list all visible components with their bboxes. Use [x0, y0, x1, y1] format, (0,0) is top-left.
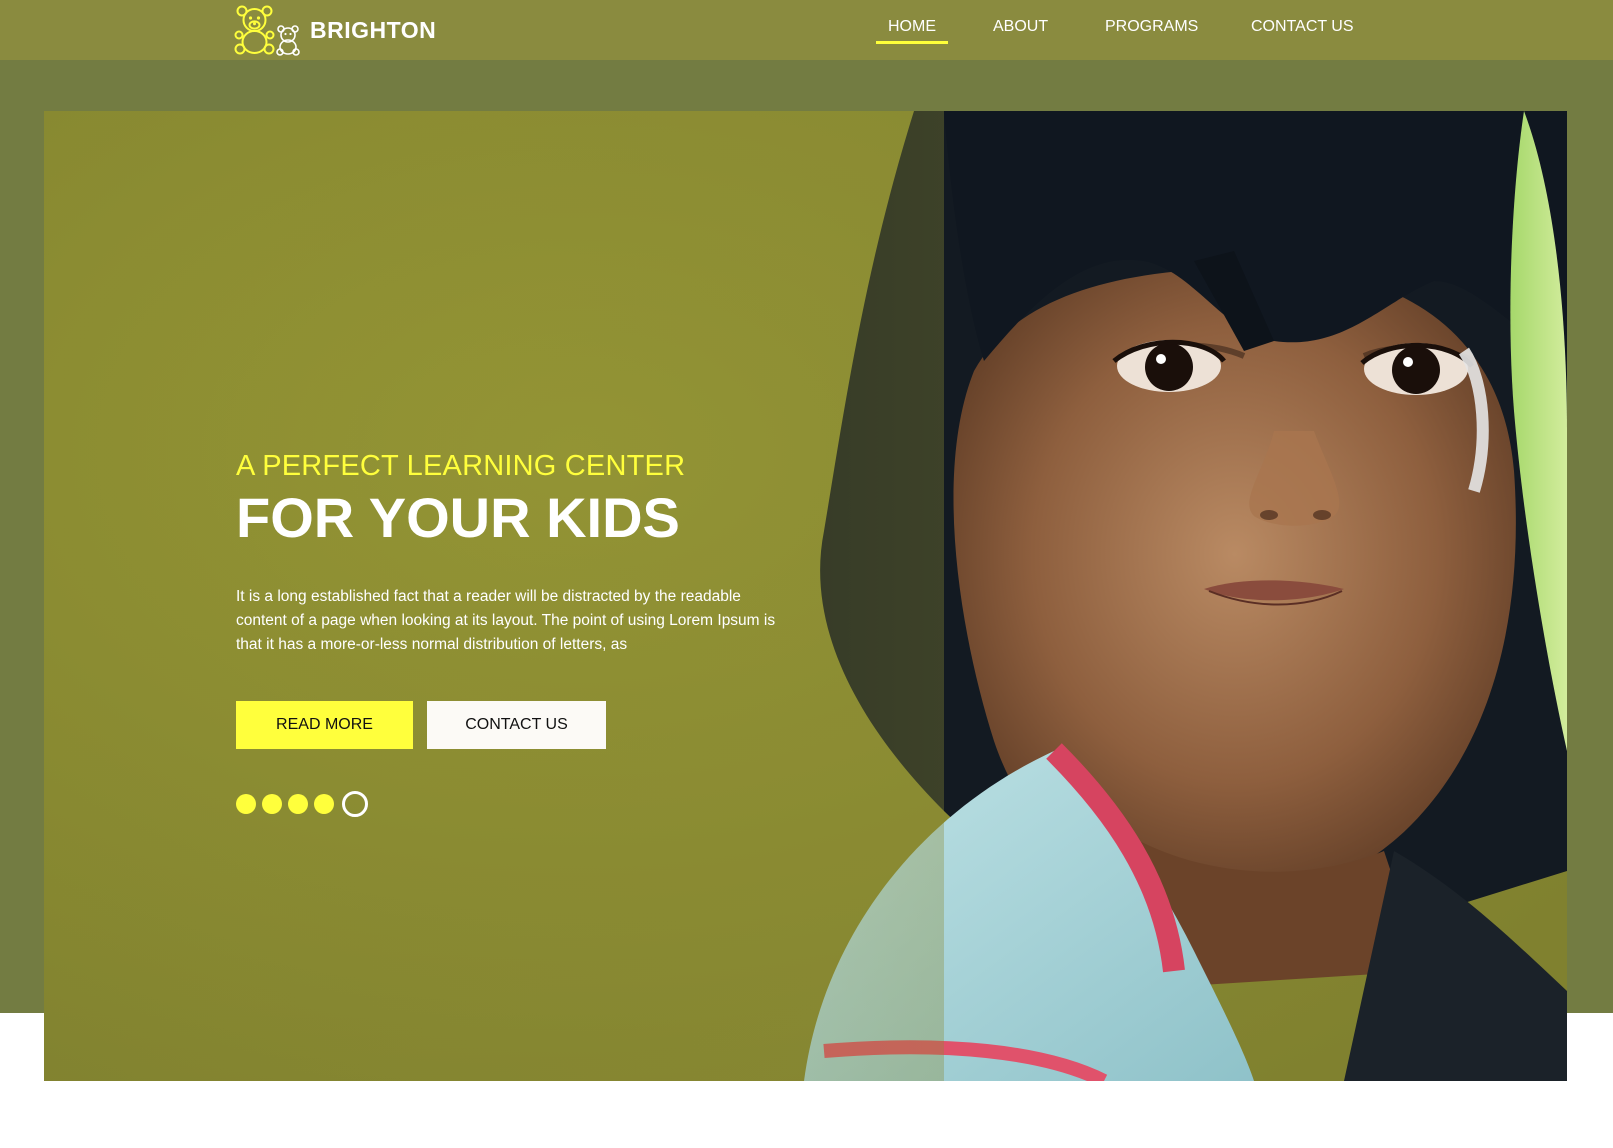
nav-item-about[interactable]: ABOUT	[993, 17, 1048, 37]
hero-description: It is a long established fact that a rea…	[236, 588, 776, 653]
hero-actions: READ MORE CONTACT US	[236, 701, 796, 749]
top-navbar: BRIGHTON HOME ABOUT PROGRAMS CONTACT US	[0, 0, 1613, 60]
nav-item-contact-us[interactable]: CONTACT US	[1251, 17, 1354, 37]
hero-headline: FOR YOUR KIDS	[236, 486, 680, 549]
slider-dot-4[interactable]	[314, 794, 334, 814]
read-more-button[interactable]: READ MORE	[236, 701, 413, 749]
slider-dot-1[interactable]	[236, 794, 256, 814]
hero-kicker: A PERFECT LEARNING CENTER	[236, 450, 686, 482]
hero-slider: A PERFECT LEARNING CENTER FOR YOUR KIDS …	[44, 111, 1567, 1081]
hero-content: A PERFECT LEARNING CENTER FOR YOUR KIDS …	[236, 449, 796, 817]
contact-us-button[interactable]: CONTACT US	[427, 701, 606, 749]
main-nav: HOME ABOUT PROGRAMS CONTACT US	[0, 0, 1613, 60]
slider-dots	[236, 791, 796, 817]
nav-item-programs[interactable]: PROGRAMS	[1105, 17, 1198, 37]
nav-item-home[interactable]: HOME	[876, 17, 948, 44]
slider-dot-3[interactable]	[288, 794, 308, 814]
slider-dot-5-active[interactable]	[342, 791, 368, 817]
slider-dot-2[interactable]	[262, 794, 282, 814]
